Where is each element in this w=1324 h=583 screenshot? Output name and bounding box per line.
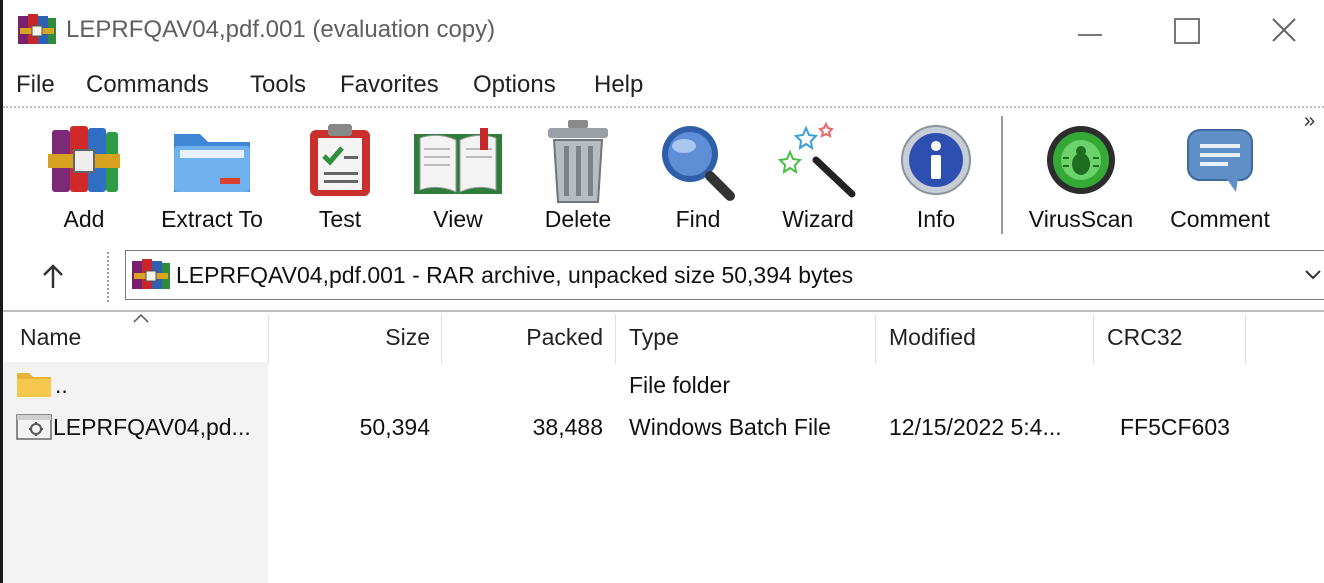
sort-ascending-icon (133, 313, 149, 323)
toolbar: Add Extract To Test View Delete Find Wiz… (3, 106, 1324, 244)
address-text: LEPRFQAV04,pdf.001 - RAR archive, unpack… (176, 262, 854, 288)
batch-file-icon (16, 414, 52, 440)
column-type[interactable]: Type (629, 312, 679, 364)
address-grip (107, 252, 111, 302)
column-crc32[interactable]: CRC32 (1107, 312, 1182, 364)
delete-label: Delete (544, 206, 612, 232)
column-divider (615, 314, 616, 364)
extract-to-label: Extract To (161, 206, 263, 232)
info-button[interactable]: Info (877, 116, 995, 240)
comment-icon (1187, 129, 1253, 192)
add-label: Add (63, 206, 105, 232)
wizard-button[interactable]: Wizard (759, 116, 877, 240)
row-crc32: FF5CF603 (1120, 414, 1230, 440)
minimize-button[interactable] (1038, 0, 1138, 60)
rar-archive-icon (132, 259, 170, 289)
menu-tools[interactable]: Tools (250, 71, 306, 99)
test-clipboard-icon (310, 124, 370, 196)
delete-button[interactable]: Delete (519, 116, 637, 240)
row-size: 50,394 (359, 414, 430, 440)
column-header-row: Name Size Packed Type Modified CRC32 (3, 310, 1324, 364)
view-button[interactable]: View (399, 116, 517, 240)
add-archive-icon (48, 126, 120, 192)
close-button[interactable] (1233, 0, 1324, 60)
view-label: View (433, 206, 483, 232)
close-icon (1272, 18, 1296, 42)
virusscan-label: VirusScan (1028, 206, 1134, 232)
row-modified: 12/15/2022 5:4... (889, 414, 1062, 440)
trash-icon (548, 120, 608, 203)
menu-commands[interactable]: Commands (86, 71, 209, 99)
column-modified[interactable]: Modified (889, 312, 976, 364)
menu-favorites[interactable]: Favorites (340, 71, 439, 99)
column-divider (1093, 314, 1094, 364)
row-type: Windows Batch File (629, 414, 831, 440)
comment-label: Comment (1170, 206, 1270, 232)
virus-bug-icon (1047, 126, 1115, 194)
address-field[interactable]: LEPRFQAV04,pdf.001 - RAR archive, unpack… (125, 250, 1324, 300)
virusscan-button[interactable]: VirusScan (1022, 116, 1140, 240)
toolbar-separator (1001, 116, 1003, 234)
toolbar-overflow-button[interactable]: » (1304, 110, 1315, 133)
row-name: .. (55, 372, 68, 398)
column-name[interactable]: Name (20, 312, 81, 364)
menu-bar: File Commands Tools Favorites Options He… (3, 64, 1324, 108)
title-bar: LEPRFQAV04,pdf.001 (evaluation copy) (3, 0, 1324, 60)
view-book-icon (414, 128, 502, 194)
row-name: LEPRFQAV04,pd... (53, 414, 251, 440)
folder-icon (17, 373, 51, 397)
info-label: Info (916, 206, 956, 232)
menu-options[interactable]: Options (473, 71, 556, 99)
window-title: LEPRFQAV04,pdf.001 (evaluation copy) (66, 16, 496, 43)
column-divider (875, 314, 876, 364)
comment-button[interactable]: Comment (1161, 116, 1279, 240)
find-button[interactable]: Find (639, 116, 757, 240)
add-button[interactable]: Add (25, 116, 143, 240)
column-size[interactable]: Size (268, 312, 430, 364)
test-button[interactable]: Test (281, 116, 399, 240)
column-divider (1245, 314, 1246, 364)
magic-wand-icon (777, 121, 856, 198)
address-bar: LEPRFQAV04,pdf.001 - RAR archive, unpack… (3, 248, 1324, 306)
menu-file[interactable]: File (16, 71, 55, 99)
row-type: File folder (629, 372, 730, 398)
extract-to-button[interactable]: Extract To (153, 116, 271, 240)
column-packed[interactable]: Packed (441, 312, 603, 364)
extract-folder-icon (174, 134, 250, 192)
winrar-window: LEPRFQAV04,pdf.001 (evaluation copy) Fil… (0, 0, 1324, 583)
maximize-button[interactable] (1138, 0, 1238, 60)
info-icon (901, 125, 971, 195)
file-row[interactable]: .. File folder (3, 364, 1324, 406)
find-label: Find (675, 206, 721, 232)
up-arrow-icon[interactable] (35, 258, 71, 294)
magnifier-icon (662, 126, 735, 201)
winrar-app-icon (18, 14, 56, 44)
file-row[interactable]: LEPRFQAV04,pd... 50,394 38,488 Windows B… (3, 406, 1324, 448)
chevron-down-icon[interactable] (1302, 263, 1324, 285)
menu-help[interactable]: Help (594, 71, 643, 99)
row-packed: 38,488 (532, 414, 603, 440)
